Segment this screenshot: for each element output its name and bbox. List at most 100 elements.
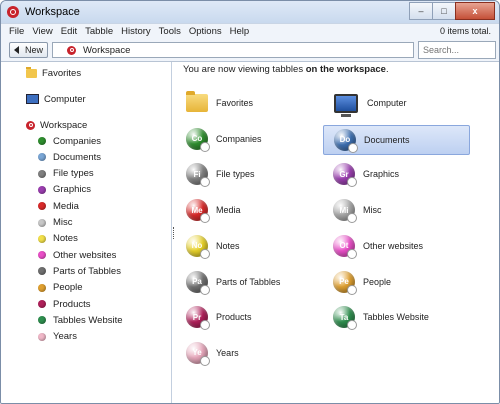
tabble-ball-icon: Mi: [333, 199, 357, 224]
tile-companies[interactable]: Co Companies: [176, 125, 321, 153]
menu-edit[interactable]: Edit: [57, 26, 81, 37]
sidebar-item-companies[interactable]: Companies: [38, 133, 101, 149]
sidebar-item-label: Notes: [53, 233, 78, 245]
tabble-dot-icon: [38, 267, 46, 276]
heading-bold-text: on the workspace: [305, 64, 386, 75]
tile-label: Products: [216, 312, 252, 323]
tile-media[interactable]: Me Media: [176, 196, 321, 224]
tabble-ball-icon: Gr: [333, 163, 357, 188]
minimize-button[interactable]: –: [409, 2, 433, 20]
maximize-button[interactable]: □: [432, 2, 456, 20]
sidebar-item-media[interactable]: Media: [38, 198, 79, 214]
tabble-dot-icon: [38, 251, 46, 260]
tabble-dot-icon: [38, 169, 46, 178]
menu-file[interactable]: File: [5, 26, 28, 37]
content-area: Favorites Computer Workspace Companies Do…: [1, 62, 499, 403]
tabble-dot-icon: [38, 316, 46, 325]
sidebar-item-label: Media: [53, 200, 79, 212]
sidebar-item-favorites[interactable]: Favorites: [26, 65, 81, 81]
sidebar-item-products[interactable]: Products: [38, 296, 91, 312]
menu-tools[interactable]: Tools: [155, 26, 185, 37]
tile-notes[interactable]: No Notes: [176, 232, 321, 260]
sidebar-item-label: Workspace: [40, 119, 88, 131]
tile-documents[interactable]: Do Documents: [323, 124, 470, 155]
sidebar-item-graphics[interactable]: Graphics: [38, 182, 91, 198]
sidebar-item-notes[interactable]: Notes: [38, 231, 78, 247]
tile-products[interactable]: Pr Products: [176, 303, 321, 331]
sidebar-item-label: Graphics: [53, 184, 92, 196]
sidebar-item-years[interactable]: Years: [38, 329, 77, 345]
window-controls: – □ x: [409, 2, 495, 20]
tile-label: Graphics: [363, 169, 400, 180]
tile-label: Computer: [367, 98, 407, 108]
tile-label: Parts of Tabbles: [216, 276, 281, 287]
tile-favorites[interactable]: Favorites: [176, 89, 321, 117]
sidebar-item-file-types[interactable]: File types: [38, 166, 94, 182]
sidebar-item-label: Favorites: [42, 67, 82, 79]
tabble-dot-icon: [38, 332, 46, 341]
tabble-ball-icon: No: [186, 234, 210, 259]
address-bar[interactable]: Workspace: [52, 42, 415, 58]
tile-misc[interactable]: Mi Misc: [323, 196, 468, 224]
tile-label: Notes: [216, 240, 240, 251]
app-window: Workspace – □ x File View Edit Tabble Hi…: [0, 0, 500, 404]
tabble-ball-icon: Me: [186, 199, 210, 224]
tile-parts-of-tabbles[interactable]: Pa Parts of Tabbles: [176, 268, 321, 296]
tile-label: Tabbles Website: [363, 312, 429, 323]
tabble-ball-icon: Ot: [333, 234, 357, 259]
toolbar: New Workspace: [1, 39, 499, 62]
tile-label: Years: [216, 347, 239, 358]
sidebar-item-label: Other websites: [53, 249, 117, 261]
sidebar-item-tabbles-website[interactable]: Tabbles Website: [38, 312, 123, 328]
heading-suffix: .: [385, 64, 389, 75]
sidebar-item-parts-of-tabbles[interactable]: Parts of Tabbles: [38, 263, 121, 279]
tabble-ball-icon: Pr: [186, 306, 210, 331]
sidebar-item-documents[interactable]: Documents: [38, 149, 101, 165]
tabble-dot-icon: [38, 300, 46, 308]
title-bar[interactable]: Workspace – □ x: [1, 1, 499, 23]
menu-bar: File View Edit Tabble History Tools Opti…: [1, 23, 499, 39]
computer-icon: [334, 93, 358, 117]
folder-icon: [26, 66, 37, 78]
menu-view[interactable]: View: [28, 26, 56, 37]
new-button[interactable]: New: [9, 42, 49, 58]
sidebar-item-label: Years: [53, 331, 77, 343]
sidebar-item-other-websites[interactable]: Other websites: [38, 247, 116, 263]
menu-help[interactable]: Help: [226, 26, 254, 37]
sidebar-item-label: Products: [53, 298, 91, 310]
window-title: Workspace: [25, 6, 80, 18]
tabble-ball-icon: Ta: [333, 306, 357, 331]
items-count: 0 items total.: [439, 26, 491, 36]
tabble-dot-icon: [38, 218, 46, 227]
search-input[interactable]: [418, 41, 497, 59]
tile-graphics[interactable]: Gr Graphics: [323, 160, 468, 188]
tile-label: Documents: [364, 134, 410, 145]
tabble-ball-icon: Do: [334, 128, 358, 153]
tile-file-types[interactable]: Fi File types: [176, 160, 321, 188]
sidebar-item-label: Tabbles Website: [53, 314, 123, 326]
tile-other-websites[interactable]: Ot Other websites: [323, 232, 468, 260]
tabble-ball-icon: Fi: [186, 163, 210, 188]
sidebar-item-people[interactable]: People: [38, 280, 83, 296]
tile-people[interactable]: Pe People: [323, 268, 468, 296]
tile-label: Media: [216, 205, 241, 216]
sidebar-item-label: Parts of Tabbles: [53, 265, 121, 277]
sidebar-item-label: Misc: [53, 217, 73, 228]
sidebar-item-label: File types: [53, 168, 94, 180]
tile-label: File types: [216, 169, 255, 180]
sidebar-item-misc[interactable]: Misc: [38, 215, 73, 231]
menu-history[interactable]: History: [117, 26, 155, 37]
menu-options[interactable]: Options: [185, 26, 226, 37]
tabble-dot-icon: [38, 234, 46, 243]
close-button[interactable]: x: [455, 2, 495, 20]
tile-years[interactable]: Ye Years: [176, 339, 321, 367]
tabble-dot-icon: [38, 137, 46, 145]
tile-computer[interactable]: Computer: [323, 89, 468, 117]
sidebar-item-workspace[interactable]: Workspace: [26, 117, 87, 133]
sidebar-item-computer[interactable]: Computer: [26, 91, 86, 107]
menu-tabble[interactable]: Tabble: [81, 26, 117, 37]
tabble-dot-icon: [38, 185, 46, 194]
tile-label: People: [363, 276, 392, 287]
tile-tabbles-website[interactable]: Ta Tabbles Website: [323, 303, 468, 331]
tile-label: Misc: [363, 205, 382, 216]
